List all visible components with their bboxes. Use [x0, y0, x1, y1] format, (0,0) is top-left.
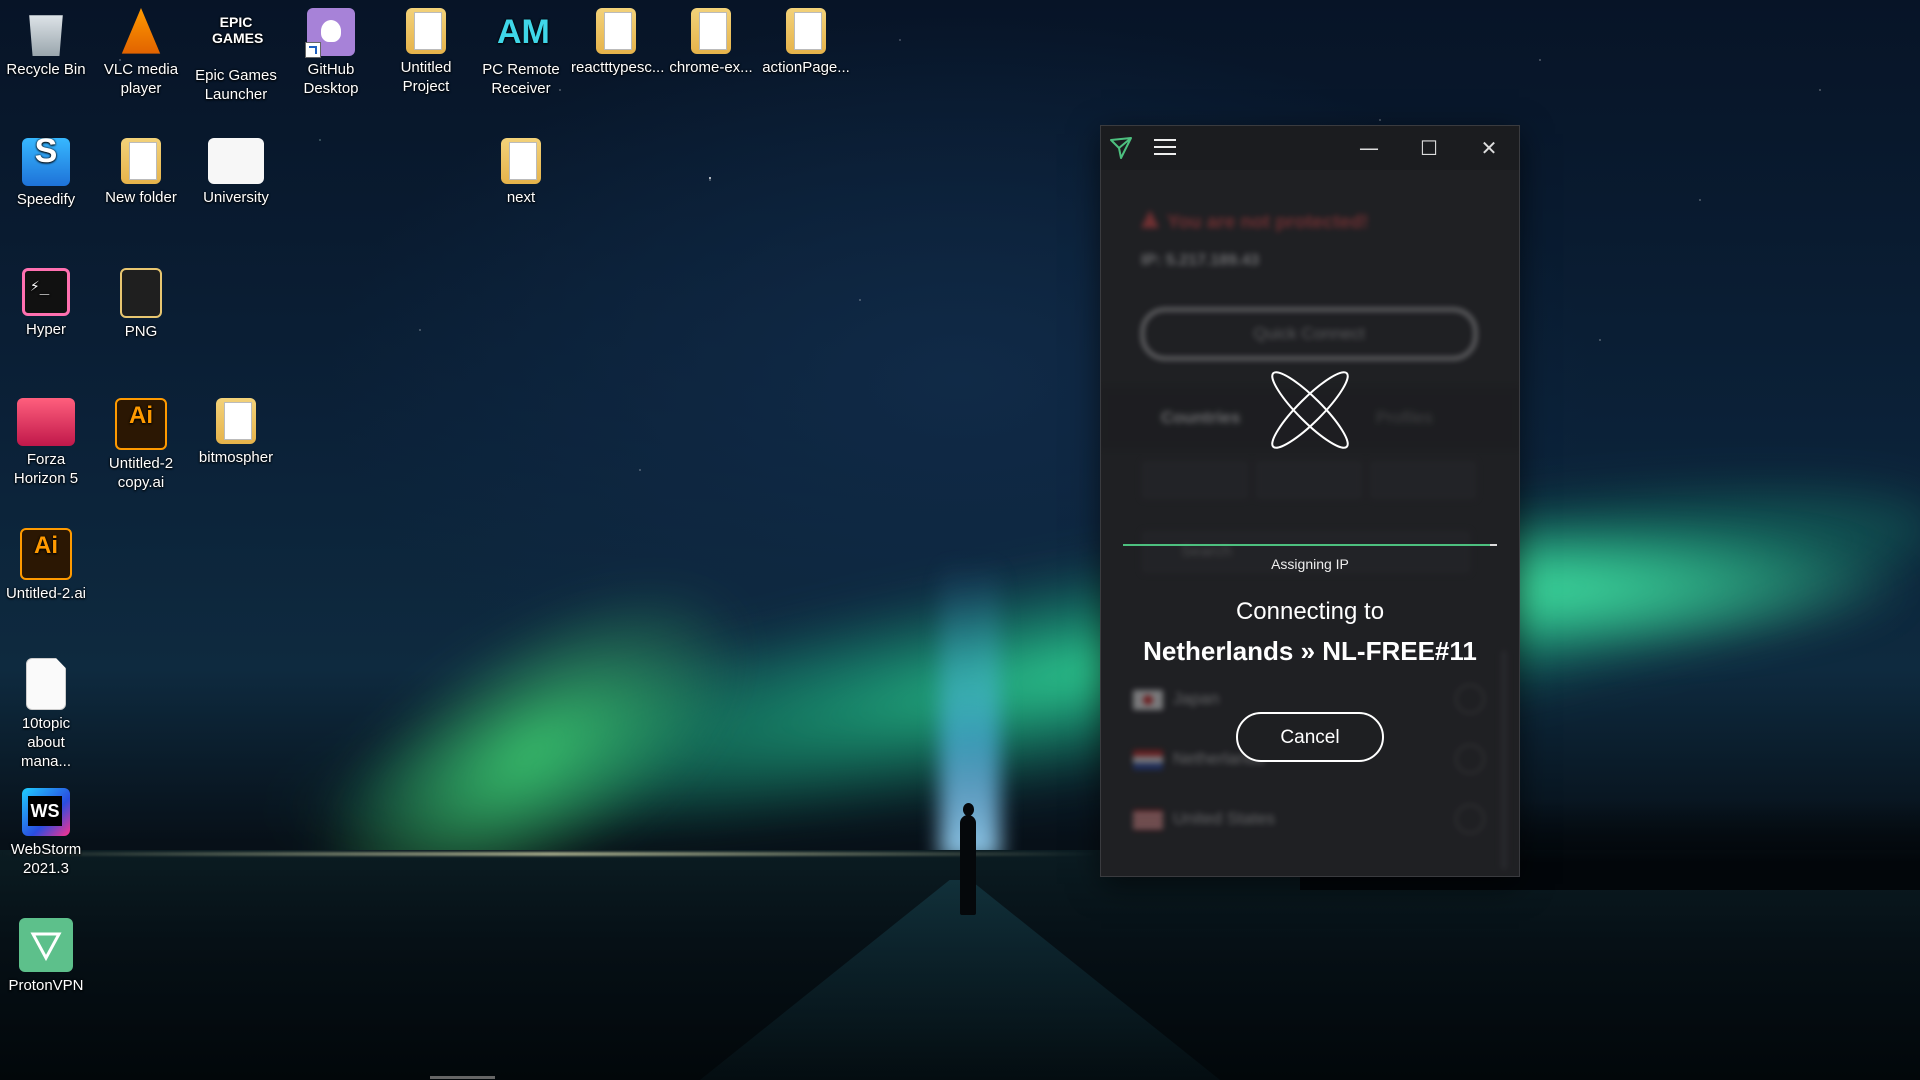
desktop-icon-10topic[interactable]: 10topic about mana...	[1, 652, 91, 771]
protonvpn-logo-icon	[30, 932, 62, 962]
desktop-icon-webstorm[interactable]: WebStorm 2021.3	[1, 782, 91, 878]
close-button[interactable]: ✕	[1469, 132, 1509, 164]
connection-progress-bar	[1123, 544, 1497, 546]
shortcut-arrow-icon	[305, 42, 321, 58]
desktop-icon-label: Untitled-2.ai	[5, 585, 87, 602]
folder-icon	[691, 8, 731, 54]
desktop-icon-label: New folder	[105, 189, 177, 206]
folder-icon	[786, 8, 826, 54]
connecting-title: Connecting to	[1235, 598, 1385, 625]
illustrator-file-icon	[115, 398, 167, 450]
desktop-icon-untitled-2-copy[interactable]: Untitled-2 copy.ai	[96, 392, 186, 492]
desktop-icon-protonvpn[interactable]: ProtonVPN	[1, 912, 91, 995]
desktop-icon-label: Recycle Bin	[6, 61, 86, 78]
desktop-icon-recycle-bin[interactable]: Recycle Bin	[1, 2, 91, 79]
desktop-icon-label: Forza Horizon 5	[13, 451, 79, 487]
recycle-bin-icon	[29, 15, 63, 56]
desktop-icon-png[interactable]: PNG	[96, 262, 186, 341]
desktop-icon-untitled-project[interactable]: Untitled Project	[381, 2, 471, 96]
illustrator-file-icon	[20, 528, 72, 580]
folder-icon	[596, 8, 636, 54]
desktop-icon-university[interactable]: University	[191, 132, 281, 207]
desktop-icon-label: PNG	[124, 323, 158, 340]
folder-icon	[216, 398, 256, 444]
github-icon	[305, 8, 355, 58]
desktop-icon-epic-games[interactable]: EPIC GAMES Epic Games Launcher	[191, 2, 281, 104]
folder-icon	[406, 8, 446, 54]
protonvpn-logo-icon	[1110, 137, 1132, 159]
desktop-icon-next[interactable]: next	[476, 132, 566, 207]
desktop-icon-label: University	[203, 189, 269, 206]
desktop-icon-label: actionPage...	[762, 59, 850, 76]
desktop-icon-chrome-ex[interactable]: chrome-ex...	[666, 2, 756, 77]
window-titlebar[interactable]: — ☐ ✕	[1101, 126, 1519, 170]
desktop-icon-pc-remote[interactable]: AM PC Remote Receiver	[476, 2, 566, 98]
desktop-icon-forza[interactable]: Forza Horizon 5	[1, 392, 91, 488]
document-icon	[26, 658, 66, 710]
desktop-icon-hyper[interactable]: Hyper	[1, 262, 91, 339]
desktop-icon-actionpage[interactable]: actionPage...	[761, 2, 851, 77]
desktop-icon-label: ProtonVPN	[8, 977, 84, 994]
maximize-button[interactable]: ☐	[1409, 132, 1449, 164]
desktop-icon-bitmospher[interactable]: bitmospher	[191, 392, 281, 467]
desktop-icon-new-folder[interactable]: New folder	[96, 132, 186, 207]
desktop-icon-github-desktop[interactable]: GitHub Desktop	[286, 2, 376, 98]
folder-icon	[501, 138, 541, 184]
desktop-wallpaper	[0, 0, 1920, 1080]
connecting-spinner-icon	[1271, 371, 1349, 449]
wallpaper-person	[960, 815, 976, 915]
desktop-icon-label: bitmospher	[198, 449, 274, 466]
desktop-icon-label: next	[506, 189, 536, 206]
taskbar-hint-line	[430, 1076, 495, 1079]
desktop-icon-label: chrome-ex...	[669, 59, 753, 76]
minimize-button[interactable]: —	[1349, 132, 1389, 164]
connection-progress-fill	[1123, 544, 1490, 546]
desktop-icon-label: WebStorm 2021.3	[10, 841, 82, 877]
desktop-icon-vlc[interactable]: VLC media player	[96, 2, 186, 98]
wallpaper-horizon-lights	[0, 852, 1100, 856]
connecting-overlay: Assigning IP Connecting to Netherlands »…	[1101, 170, 1519, 876]
desktop-icon-label: VLC media player	[103, 61, 179, 97]
desktop-icon-label: Speedify	[16, 191, 76, 208]
desktop-icon-speedify[interactable]: Speedify	[1, 132, 91, 209]
desktop-icon-label: Hyper	[25, 321, 66, 338]
desktop-icon-label: PC Remote Receiver	[482, 61, 560, 97]
forza-horizon-icon	[17, 398, 75, 446]
protonvpn-icon	[19, 918, 73, 972]
desktop-icon-reacttypesc[interactable]: reactttypesc...	[571, 2, 665, 77]
folder-icon	[121, 138, 161, 184]
pc-remote-icon: AM	[497, 13, 550, 51]
cancel-button[interactable]: Cancel	[1236, 712, 1384, 762]
epic-games-icon: EPIC GAMES	[212, 14, 264, 46]
folder-icon	[120, 268, 162, 318]
desktop-icon-label: Epic Games Launcher	[195, 67, 277, 103]
speedify-icon	[22, 138, 70, 186]
desktop-icon-label: 10topic about mana...	[20, 715, 72, 770]
connection-stage: Assigning IP	[1271, 556, 1349, 572]
folder-icon	[208, 138, 264, 184]
desktop-icon-untitled-2[interactable]: Untitled-2.ai	[1, 522, 91, 603]
hyper-terminal-icon	[22, 268, 70, 316]
webstorm-icon	[22, 788, 70, 836]
vlc-cone-icon	[121, 8, 161, 54]
desktop-icon-label: Untitled-2 copy.ai	[108, 455, 174, 491]
desktop-icon-label: GitHub Desktop	[303, 61, 359, 97]
desktop-icon-label: Untitled Project	[400, 59, 452, 95]
desktop-icon-label: reactttypesc...	[571, 59, 665, 76]
protonvpn-window[interactable]: — ☐ ✕ You are not protected! IP: 5.217.1…	[1101, 126, 1519, 876]
server-name: Netherlands » NL-FREE#11	[1143, 636, 1477, 666]
hamburger-menu-icon[interactable]	[1154, 139, 1176, 157]
